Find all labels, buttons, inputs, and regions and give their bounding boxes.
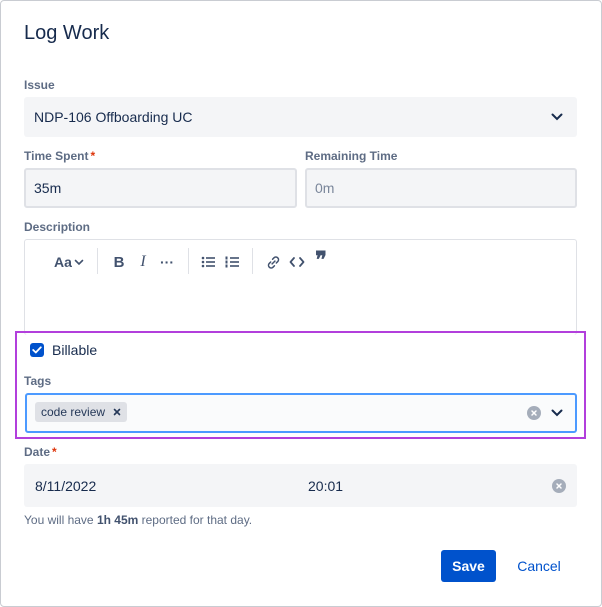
tag-chip: code review bbox=[35, 402, 128, 422]
dialog-title: Log Work bbox=[24, 22, 110, 44]
required-marker: * bbox=[90, 149, 96, 163]
issue-select[interactable]: NDP-106 Offboarding UC bbox=[24, 97, 577, 137]
clear-tags-icon[interactable] bbox=[527, 406, 541, 420]
bold-button[interactable]: B bbox=[110, 252, 128, 272]
date-time-picker[interactable] bbox=[24, 464, 577, 507]
date-label-text: Date bbox=[24, 445, 51, 459]
bullet-list-icon[interactable] bbox=[199, 252, 217, 272]
note-prefix: You will have bbox=[24, 513, 97, 527]
issue-value: NDP-106 Offboarding UC bbox=[34, 109, 193, 125]
more-formatting-button[interactable]: ··· bbox=[157, 252, 177, 272]
tag-chip-label: code review bbox=[41, 405, 106, 419]
code-icon[interactable] bbox=[288, 252, 306, 272]
link-icon[interactable] bbox=[264, 252, 282, 272]
chevron-down-icon[interactable] bbox=[547, 107, 567, 127]
italic-button[interactable]: I bbox=[134, 252, 152, 272]
billable-label: Billable bbox=[52, 342, 98, 358]
note-suffix: reported for that day. bbox=[138, 513, 253, 527]
numbered-list-icon[interactable] bbox=[223, 252, 241, 272]
tags-label: Tags bbox=[24, 374, 52, 388]
time-input[interactable]: 20:01 bbox=[308, 478, 343, 494]
text-style-label: Aa bbox=[54, 254, 72, 270]
toolbar-divider bbox=[188, 248, 189, 274]
remaining-time-input[interactable]: 0m bbox=[305, 168, 577, 208]
chevron-down-icon[interactable] bbox=[547, 403, 567, 423]
time-spent-label: Time Spent * bbox=[24, 149, 95, 163]
save-button[interactable]: Save bbox=[441, 550, 496, 582]
check-icon bbox=[32, 346, 42, 354]
remove-tag-icon[interactable] bbox=[113, 408, 121, 416]
time-spent-input[interactable]: 35m bbox=[24, 168, 297, 208]
date-input[interactable]: 8/11/2022 bbox=[35, 478, 96, 494]
toolbar-divider bbox=[97, 248, 98, 274]
remaining-time-placeholder: 0m bbox=[315, 180, 335, 196]
required-marker: * bbox=[52, 445, 57, 459]
text-style-button[interactable]: Aa bbox=[52, 252, 86, 272]
chevron-down-icon bbox=[74, 259, 84, 265]
note-amount: 1h 45m bbox=[96, 513, 139, 527]
description-label: Description bbox=[24, 220, 91, 234]
clear-date-icon[interactable] bbox=[552, 479, 566, 493]
cancel-button[interactable]: Cancel bbox=[508, 550, 570, 582]
toolbar-divider bbox=[252, 248, 253, 274]
remaining-time-label: Remaining Time bbox=[305, 149, 398, 163]
date-label: Date * bbox=[24, 445, 57, 459]
quote-icon[interactable]: ❞ bbox=[312, 247, 330, 272]
reported-time-note: You will have 1h 45m reported for that d… bbox=[24, 513, 252, 527]
time-spent-value: 35m bbox=[34, 180, 62, 196]
time-spent-label-text: Time Spent bbox=[24, 149, 89, 163]
billable-checkbox[interactable] bbox=[30, 343, 44, 357]
issue-label: Issue bbox=[24, 78, 55, 92]
